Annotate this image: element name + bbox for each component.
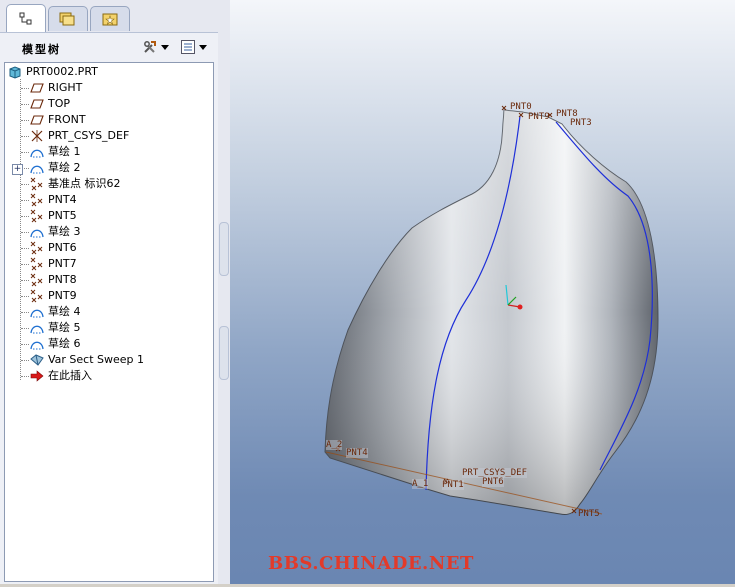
tree-item[interactable]: 草绘 1 — [29, 144, 81, 160]
splitter-grip-upper[interactable] — [219, 222, 229, 276]
tree-item[interactable]: PRT0002.PRT — [7, 64, 98, 80]
pnt6-label[interactable]: PNT6 — [482, 477, 504, 487]
tree-item-label: TOP — [48, 97, 71, 110]
tree-item-label: PNT9 — [48, 289, 77, 302]
var-sect-sweep-icon — [29, 352, 45, 368]
favorites-folder-icon — [102, 13, 118, 26]
axis-a1-label[interactable]: A_1 — [412, 479, 429, 489]
tree-item-label: PNT4 — [48, 193, 77, 206]
tree-item[interactable]: 草绘 2 — [29, 160, 81, 176]
tab-model-tree[interactable] — [6, 4, 46, 32]
datum-plane-icon — [29, 112, 45, 128]
sketch-icon — [29, 320, 45, 336]
tree-item[interactable]: 在此插入 — [29, 368, 92, 384]
tree-item-label: Var Sect Sweep 1 — [48, 353, 145, 366]
insert-here-arrow-icon — [29, 368, 45, 384]
tree-item-label: PNT7 — [48, 257, 77, 270]
tree-item-label: 草绘 4 — [48, 305, 81, 318]
graphics-viewport[interactable]: PNT0 PNT9 PNT8 PNT3 A_2 PNT4 PRT_CSYS_DE… — [230, 0, 735, 584]
tree-item[interactable]: PNT4 — [29, 192, 77, 208]
settings-dropdown-button[interactable] — [142, 38, 169, 56]
tree-item[interactable]: 草绘 3 — [29, 224, 81, 240]
tree-item-label: 草绘 6 — [48, 337, 81, 350]
datum-point-icon — [29, 240, 45, 256]
datum-point-icon — [29, 288, 45, 304]
tree-item-label: 基准点 标识62 — [48, 177, 121, 190]
model-tree-title: 模型树 — [22, 43, 61, 56]
panel-splitter[interactable] — [218, 0, 230, 584]
expand-toggle-sketch-2[interactable]: + — [12, 164, 23, 175]
watermark: BBS.CHINADE.NET — [268, 553, 474, 574]
tree-item-label: FRONT — [48, 113, 86, 126]
tree-item[interactable]: FRONT — [29, 112, 86, 128]
tree-item[interactable]: 草绘 6 — [29, 336, 81, 352]
part-icon — [7, 64, 23, 80]
sketch-icon — [29, 336, 45, 352]
model-tree-panel: 模型树 PRT0002.PRT RIGHT TOP FRONT PRT_CSYS_DEF… — [0, 0, 218, 584]
tree-item-label: PRT_CSYS_DEF — [48, 129, 130, 142]
datum-point-icon — [29, 176, 45, 192]
tab-favorites[interactable] — [90, 6, 130, 31]
tree-item[interactable]: RIGHT — [29, 80, 82, 96]
tree-item[interactable]: TOP — [29, 96, 70, 112]
tree-item-label: 草绘 2 — [48, 161, 81, 174]
pnt0-label[interactable]: PNT0 — [510, 102, 532, 112]
datum-plane-icon — [29, 80, 45, 96]
tree-item[interactable]: PNT6 — [29, 240, 77, 256]
tree-item[interactable]: 草绘 5 — [29, 320, 81, 336]
datum-point-icon — [29, 256, 45, 272]
tools-icon — [144, 41, 156, 53]
sketch-icon — [29, 160, 45, 176]
datum-point-icon — [29, 192, 45, 208]
pnt4-label[interactable]: PNT4 — [346, 448, 368, 458]
sketch-icon — [29, 304, 45, 320]
tree-item-label: 草绘 1 — [48, 145, 81, 158]
sketch-icon — [29, 224, 45, 240]
tree-item[interactable]: 草绘 4 — [29, 304, 81, 320]
tab-folder-browser[interactable] — [48, 6, 88, 31]
model-3d-view — [324, 105, 659, 515]
tree-item-label: PNT6 — [48, 241, 77, 254]
tree-item[interactable]: PNT5 — [29, 208, 77, 224]
tree-item-label: PNT8 — [48, 273, 77, 286]
navigator-tabs — [0, 0, 218, 32]
datum-point-icon — [29, 208, 45, 224]
splitter-grip-lower[interactable] — [219, 326, 229, 380]
list-view-icon — [181, 40, 195, 54]
tree-item[interactable]: PNT8 — [29, 272, 77, 288]
tree-item-label: PNT5 — [48, 209, 77, 222]
tree-item[interactable]: 基准点 标识62 — [29, 176, 121, 192]
pnt9-label[interactable]: PNT9 — [528, 112, 550, 122]
tree-item-label: 草绘 5 — [48, 321, 81, 334]
tree-item-label: RIGHT — [48, 81, 83, 94]
pnt5-label[interactable]: PNT5 — [578, 509, 600, 519]
chevron-down-icon — [199, 44, 207, 50]
sketch-icon — [29, 144, 45, 160]
tree-item-label: PRT0002.PRT — [26, 65, 98, 78]
folder-stack-icon — [59, 12, 75, 26]
model-tree-icon — [19, 12, 32, 24]
chevron-down-icon — [161, 44, 169, 50]
datum-plane-icon — [29, 96, 45, 112]
tree-item[interactable]: PNT9 — [29, 288, 77, 304]
tree-item[interactable]: Var Sect Sweep 1 — [29, 352, 144, 368]
datum-point-icon — [29, 272, 45, 288]
model-tree-toolbar: 模型树 — [0, 32, 218, 61]
tree-item[interactable]: PRT_CSYS_DEF — [29, 128, 129, 144]
model-tree: PRT0002.PRT RIGHT TOP FRONT PRT_CSYS_DEF 草绘 1… — [4, 62, 214, 582]
tree-item-label: 在此插入 — [48, 369, 92, 382]
pnt3-label[interactable]: PNT3 — [570, 118, 592, 128]
tree-item-label: 草绘 3 — [48, 225, 81, 238]
pnt1-label[interactable]: PNT1 — [442, 480, 464, 490]
coordinate-system-icon — [29, 128, 45, 144]
axis-a2-label[interactable]: A_2 — [326, 440, 343, 450]
show-dropdown-button[interactable] — [180, 38, 207, 56]
tree-item[interactable]: PNT7 — [29, 256, 77, 272]
